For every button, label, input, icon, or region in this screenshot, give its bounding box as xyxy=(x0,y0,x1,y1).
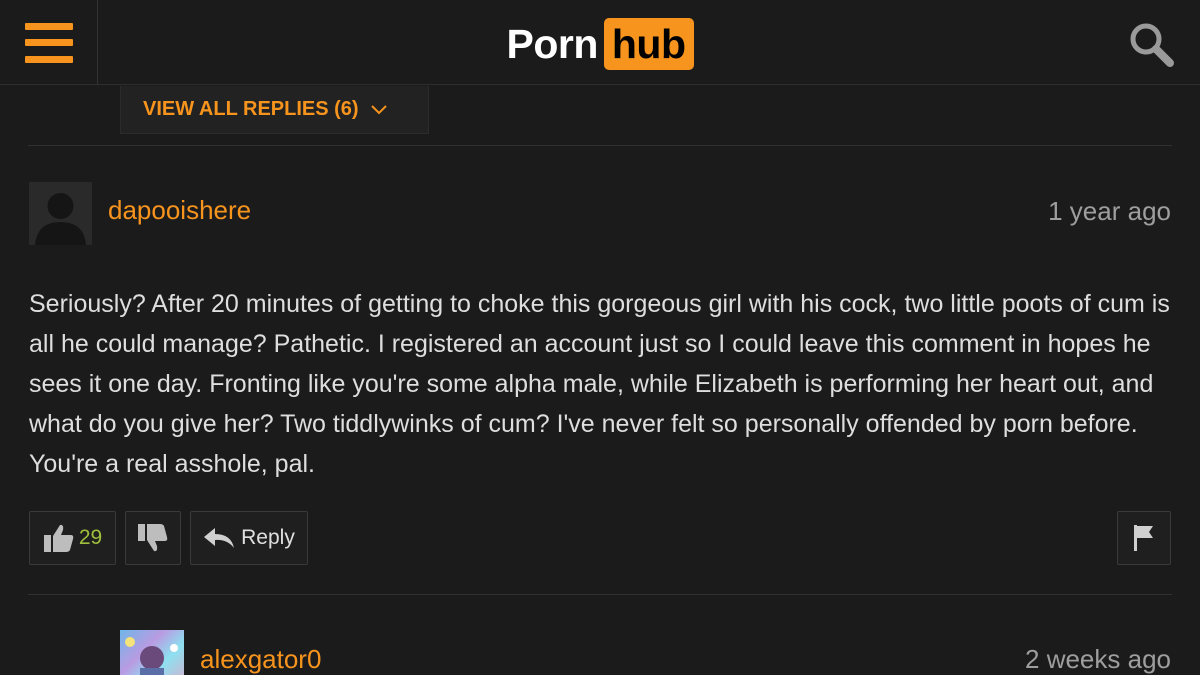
dislike-button[interactable] xyxy=(125,511,181,565)
avatar[interactable] xyxy=(120,630,184,675)
comment-timestamp: 2 weeks ago xyxy=(1025,644,1171,674)
view-all-replies-button[interactable]: VIEW ALL REPLIES (6) xyxy=(120,86,429,134)
top-header: Porn hub xyxy=(0,0,1200,85)
logo-text-part2: hub xyxy=(603,18,694,70)
reply-arrow-icon xyxy=(204,528,235,548)
reply-label: Reply xyxy=(241,526,295,549)
thumbs-down-icon xyxy=(138,524,168,552)
site-logo[interactable]: Porn hub xyxy=(0,18,1200,70)
comment-username[interactable]: dapooishere xyxy=(108,195,251,226)
like-count: 29 xyxy=(78,526,103,549)
avatar-image-icon xyxy=(125,637,178,675)
comment-username[interactable]: alexgator0 xyxy=(200,644,321,675)
comment-timestamp: 1 year ago xyxy=(1048,196,1171,226)
flag-button[interactable] xyxy=(1117,511,1171,565)
flag-icon xyxy=(1134,525,1153,551)
avatar[interactable] xyxy=(29,182,92,245)
divider xyxy=(28,594,1172,595)
chevron-down-icon xyxy=(370,104,387,114)
logo-text-part1: Porn xyxy=(506,20,598,67)
default-avatar-icon xyxy=(29,182,92,245)
search-icon[interactable] xyxy=(1127,20,1175,68)
like-button[interactable]: 29 xyxy=(29,511,116,565)
view-all-replies-label: VIEW ALL REPLIES (6) xyxy=(143,98,359,120)
reply-button[interactable]: Reply xyxy=(190,511,308,565)
thumbs-up-icon xyxy=(43,524,74,552)
divider xyxy=(28,145,1172,146)
comments-page: Porn hub VIEW ALL REPLIES (6) dapooisher… xyxy=(0,0,1200,675)
comment-body: Seriously? After 20 minutes of getting t… xyxy=(29,290,1170,478)
